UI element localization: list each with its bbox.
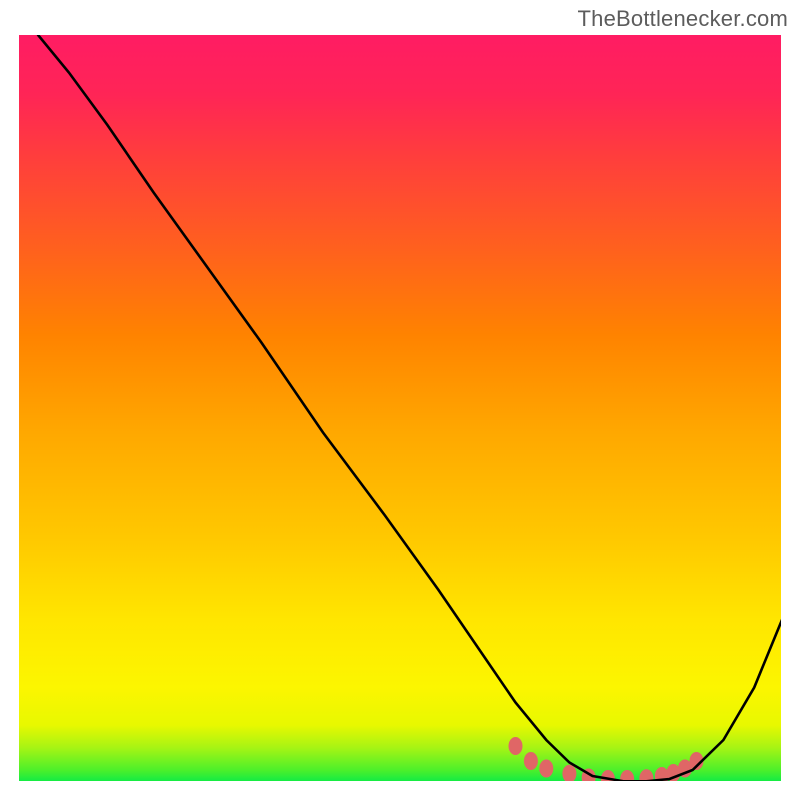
bottleneck-curve xyxy=(38,35,785,781)
attribution-text: TheBottlenecker.com xyxy=(578,6,788,32)
highlight-marker xyxy=(620,770,634,785)
highlight-marker xyxy=(639,769,653,785)
highlight-marker xyxy=(539,760,553,778)
highlight-marker xyxy=(509,737,523,755)
chart-container: TheBottlenecker.com xyxy=(0,0,800,800)
plot-area xyxy=(15,35,785,785)
chart-svg xyxy=(15,35,785,785)
highlight-marker xyxy=(562,765,576,783)
highlight-marker xyxy=(655,767,669,785)
highlight-marker xyxy=(524,752,538,770)
